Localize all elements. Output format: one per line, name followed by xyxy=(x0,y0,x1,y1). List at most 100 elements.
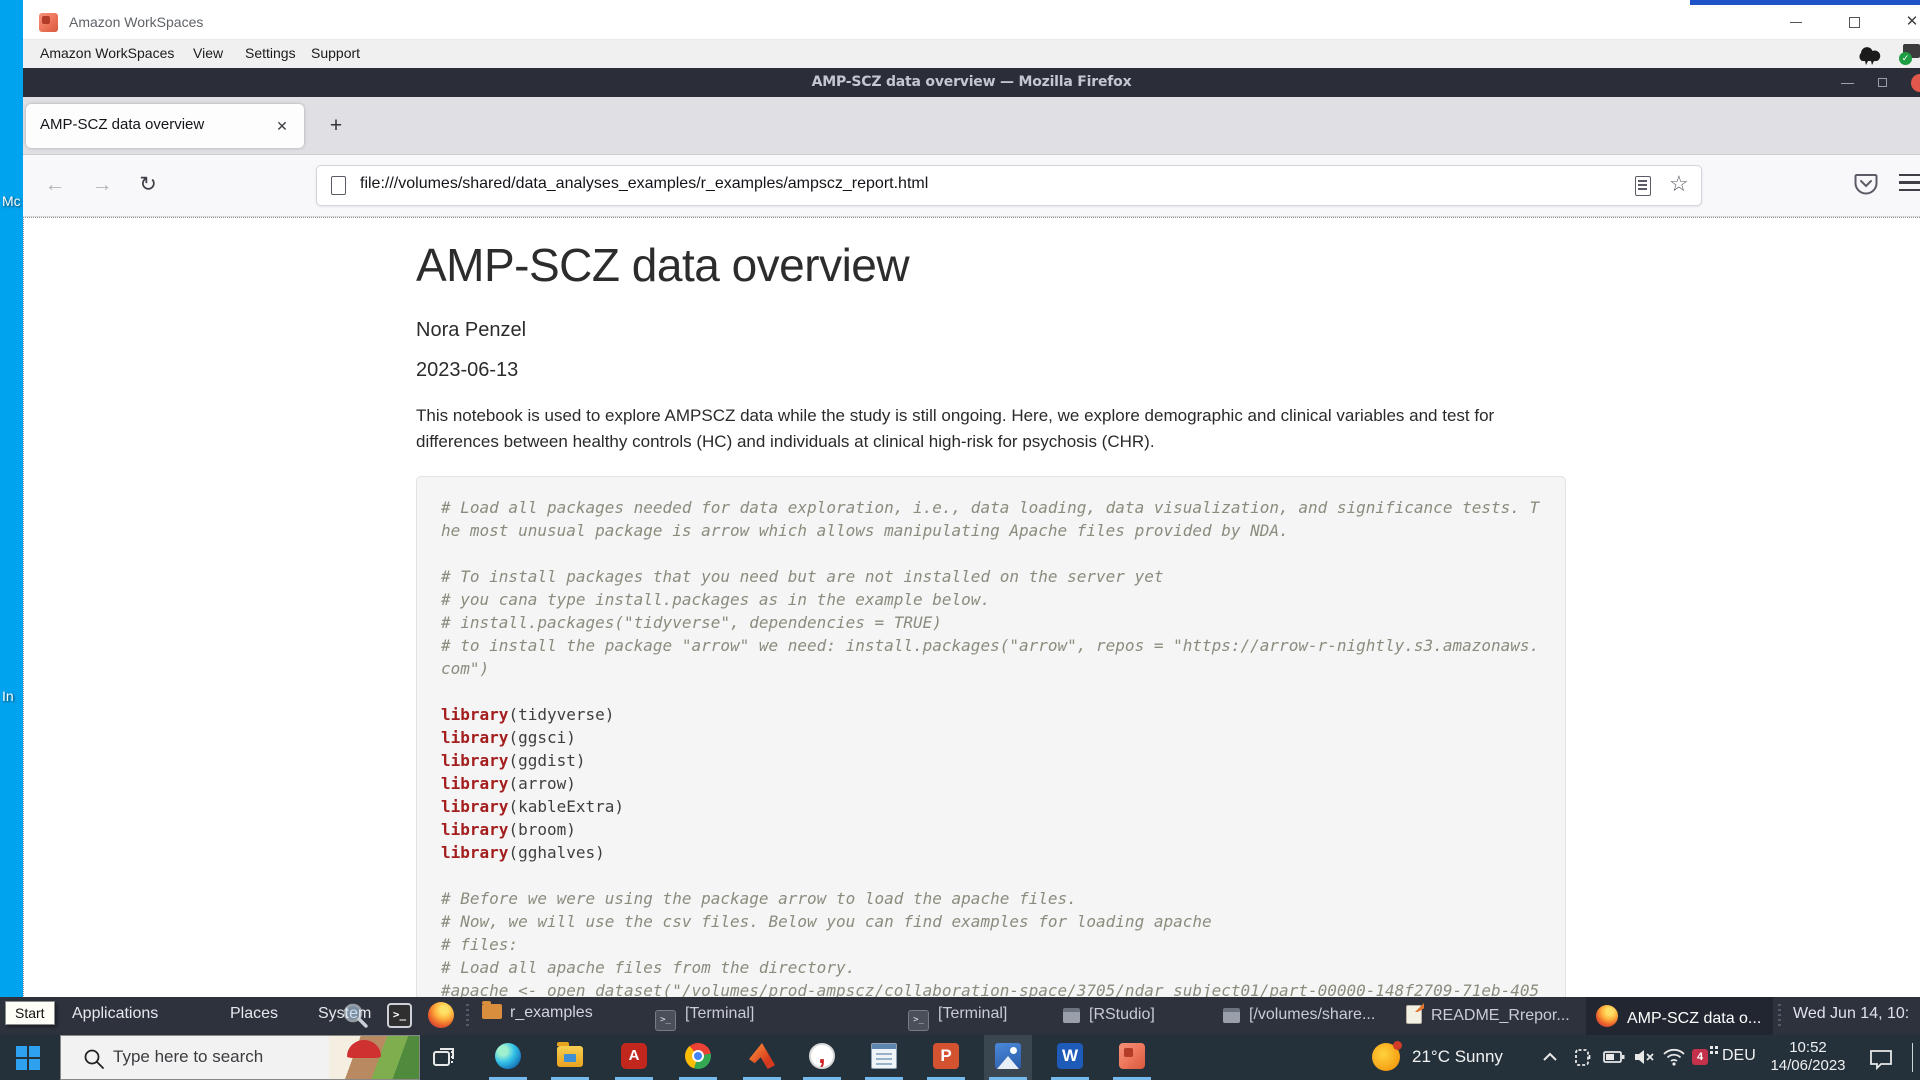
taskbar-item[interactable]: >_[Terminal] xyxy=(898,997,1019,1035)
tray-notification-badge[interactable]: 4 xyxy=(1692,1049,1708,1065)
reload-icon[interactable]: ↻ xyxy=(131,169,165,203)
acrobat-icon: A xyxy=(621,1043,647,1069)
screen: Mc In Amazon WorkSpaces ✕ Amazon WorkSpa… xyxy=(0,0,1920,1080)
search-highlight-image xyxy=(329,1036,419,1079)
taskbar-separator xyxy=(466,1004,469,1028)
tray-wifi-icon[interactable] xyxy=(1662,1047,1686,1072)
firefox-titlebar: AMP-SCZ data overview — Mozilla Firefox … xyxy=(23,68,1920,97)
search-icon[interactable] xyxy=(342,1002,368,1028)
code-line xyxy=(441,542,1541,565)
tray-chevron-up-icon[interactable] xyxy=(1540,1047,1560,1072)
chrome-icon xyxy=(685,1043,711,1069)
menu-view[interactable]: View xyxy=(193,45,223,61)
pocket-icon[interactable] xyxy=(1853,170,1879,201)
code-line: library(gghalves) xyxy=(441,841,1541,864)
taskbar-item-label: README_Rrepor... xyxy=(1431,1007,1570,1024)
action-center-icon[interactable] xyxy=(1868,1047,1894,1076)
bookmark-star-icon[interactable]: ☆ xyxy=(1669,171,1689,197)
hamburger-menu-icon[interactable] xyxy=(1899,174,1920,194)
taskbar-item-label: [RStudio] xyxy=(1089,1006,1155,1023)
taskbar-app-amazon-workspaces[interactable] xyxy=(1108,1035,1156,1080)
show-desktop-divider[interactable] xyxy=(1912,1043,1913,1072)
url-bar[interactable]: file:///volumes/shared/data_analyses_exa… xyxy=(316,165,1702,206)
taskbar-app-notepad[interactable] xyxy=(860,1035,908,1080)
window-icon xyxy=(1063,1008,1080,1023)
close-button[interactable]: ✕ xyxy=(1889,5,1920,39)
code-line: library(kableExtra) xyxy=(441,795,1541,818)
reader-mode-icon[interactable] xyxy=(1635,176,1651,196)
code-line: library(tidyverse) xyxy=(441,703,1541,726)
powerpoint-icon: P xyxy=(933,1043,959,1069)
windows-clock[interactable]: 10:52 14/06/2023 xyxy=(1762,1039,1854,1075)
report-title: AMP-SCZ data overview xyxy=(416,238,1566,292)
tab-close-icon[interactable]: ✕ xyxy=(271,115,293,137)
taskbar-item-r-examples[interactable]: r_examples xyxy=(482,1004,593,1022)
taskbar-app-chrome[interactable] xyxy=(674,1035,722,1080)
firefox-launcher-icon[interactable] xyxy=(428,1002,454,1028)
task-view-icon[interactable] xyxy=(432,1045,458,1076)
taskbar-app-red-comma-app[interactable]: , xyxy=(798,1035,846,1080)
taskbar-item[interactable]: [/volumes/share... xyxy=(1213,997,1387,1035)
taskbar-app-acrobat[interactable]: A xyxy=(610,1035,658,1080)
new-tab-button[interactable]: + xyxy=(321,111,351,141)
window-title: Amazon WorkSpaces xyxy=(69,14,203,30)
tray-volume-muted-icon[interactable] xyxy=(1632,1047,1656,1072)
linux-clock[interactable]: Wed Jun 14, 10: xyxy=(1793,1005,1909,1023)
search-icon xyxy=(83,1048,105,1075)
page-content: AMP-SCZ data overview Nora Penzel 2023-0… xyxy=(23,217,1920,1002)
amazon-workspaces-window: Amazon WorkSpaces ✕ Amazon WorkSpaces Vi… xyxy=(23,5,1920,997)
edge-icon xyxy=(495,1043,521,1069)
code-block: # Load all packages needed for data expl… xyxy=(416,476,1566,1002)
code-line: library(broom) xyxy=(441,818,1541,841)
firefox-restore-button[interactable] xyxy=(1878,68,1887,97)
weather-sun-icon[interactable] xyxy=(1372,1043,1400,1071)
matlab-icon xyxy=(749,1043,775,1069)
taskbar-item[interactable]: [RStudio] xyxy=(1053,997,1167,1035)
start-tooltip: Start xyxy=(5,1001,55,1025)
code-line: # Now, we will use the csv files. Below … xyxy=(441,910,1541,933)
windows-search-box[interactable]: Type here to search xyxy=(60,1035,420,1080)
tray-battery-icon[interactable] xyxy=(1602,1047,1626,1072)
weather-text[interactable]: 21°C Sunny xyxy=(1412,1047,1503,1067)
taskbar-item[interactable]: >_[Terminal] xyxy=(645,997,766,1035)
taskbar-item[interactable]: README_Rrepor... xyxy=(1396,997,1582,1035)
taskbar-app-matlab[interactable] xyxy=(738,1035,786,1080)
menu-settings[interactable]: Settings xyxy=(245,45,296,61)
amazon-workspaces-icon xyxy=(39,13,58,32)
session-health-icon[interactable]: ✓ xyxy=(1899,43,1920,65)
taskbar-separator xyxy=(1778,1004,1781,1028)
taskbar-app-file-explorer[interactable] xyxy=(546,1035,594,1080)
code-line: library(ggsci) xyxy=(441,726,1541,749)
menu-support[interactable]: Support xyxy=(311,45,360,61)
windows-start-button[interactable] xyxy=(16,1046,40,1070)
tab-ampscz-report[interactable]: AMP-SCZ data overview ✕ xyxy=(26,104,304,148)
terminal-launcher-icon[interactable]: >_ xyxy=(387,1003,412,1028)
tray-device-icon[interactable] xyxy=(1572,1047,1594,1072)
maximize-button[interactable] xyxy=(1831,5,1877,39)
desktop-icon-label[interactable]: In xyxy=(2,688,14,704)
taskbar-item-label: [Terminal] xyxy=(685,1005,754,1022)
taskbar-app-word[interactable]: W xyxy=(1046,1035,1094,1080)
desktop-icon-label[interactable]: Mc xyxy=(2,193,21,209)
forward-icon[interactable]: → xyxy=(85,169,119,203)
code-line: # you cana type install.packages as in t… xyxy=(441,588,1541,611)
taskbar-item[interactable]: AMP-SCZ data o... xyxy=(1586,997,1773,1035)
menu-applications[interactable]: Applications xyxy=(72,1005,158,1023)
network-status-icon[interactable] xyxy=(1853,43,1883,65)
taskbar-app-powerpoint[interactable]: P xyxy=(922,1035,970,1080)
code-line: # Load all packages needed for data expl… xyxy=(441,496,1541,542)
amazon-workspaces-icon xyxy=(1119,1043,1145,1069)
taskbar-app-photos[interactable] xyxy=(984,1035,1032,1080)
tray-language-indicator[interactable]: DEU xyxy=(1722,1047,1756,1065)
firefox-minimize-button[interactable]: — xyxy=(1841,68,1861,97)
desktop-left-strip: Mc In xyxy=(0,0,23,997)
report-date: 2023-06-13 xyxy=(416,359,1566,382)
url-text[interactable]: file:///volumes/shared/data_analyses_exa… xyxy=(360,175,928,193)
firefox-navbar: ← → ↻ file:///volumes/shared/data_analys… xyxy=(23,155,1920,217)
minimize-button[interactable] xyxy=(1773,5,1819,39)
taskbar-app-edge[interactable] xyxy=(484,1035,532,1080)
back-icon[interactable]: ← xyxy=(38,169,72,203)
menu-amazon-workspaces[interactable]: Amazon WorkSpaces xyxy=(40,45,174,61)
menu-places[interactable]: Places xyxy=(230,1005,278,1023)
linux-taskbar: Start Applications Places System >_ r_ex… xyxy=(0,997,1920,1035)
